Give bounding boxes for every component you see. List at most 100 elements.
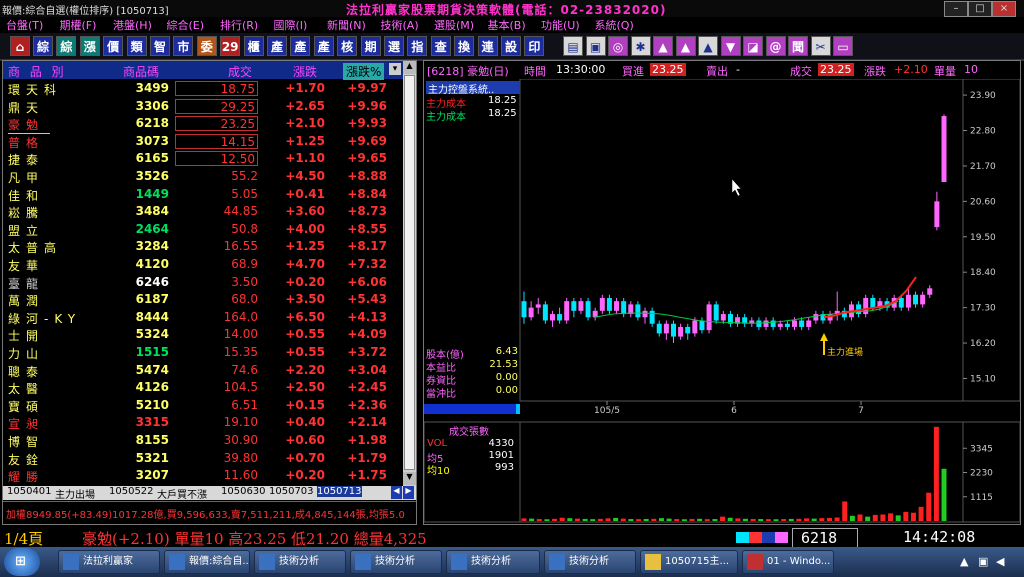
at-icon[interactable]: @ [765,36,786,56]
taskbar-button[interactable]: 技術分析 [254,550,346,574]
table-row[interactable]: 太醫 4126 104.5 +2.50 +2.45 [3,379,403,396]
menu-item-6[interactable]: 新聞(N) [327,17,366,33]
watchlist-tab[interactable]: 1050703 [269,486,314,497]
toolbar-button-15[interactable]: 選 [384,36,404,56]
vertical-scrollbar[interactable]: ▲ ▼ [403,61,416,486]
watchlist-tab[interactable]: 1050401 [7,486,52,497]
header-pct[interactable]: 漲跌% [343,63,385,80]
minimize-button[interactable]: – [944,1,968,17]
toolbar-button-17[interactable]: 查 [430,36,451,56]
table-row[interactable]: 友銓 5321 39.80 +0.70 +1.79 [3,450,403,467]
search-icon[interactable]: ◎ [608,36,628,56]
menu-item-7[interactable]: 技術(A) [381,17,419,33]
menu-item-0[interactable]: 台盤(T) [6,17,43,33]
toolbar-button-4[interactable]: 類 [126,36,147,56]
toolbar-button-7[interactable]: 委 [196,36,217,56]
watchlist-tab[interactable]: 1050522 [109,486,154,497]
taskbar-button[interactable]: 技術分析 [350,550,442,574]
tab-left-icon[interactable]: ◀ [391,486,402,499]
menu-item-8[interactable]: 選股(M) [434,17,474,33]
watchlist-tab[interactable]: 1050630 [221,486,266,497]
toolbar-button-8[interactable]: 29 [220,36,241,56]
up3-icon[interactable]: ▲ [698,36,718,56]
taskbar-button[interactable]: 報價:綜合自... [164,550,250,574]
toolbar-button-19[interactable]: 連 [477,36,498,56]
toolbar-button-2[interactable]: 漲 [79,36,100,56]
table-row[interactable]: 寶碩 5210 6.51 +0.15 +2.36 [3,397,403,414]
table-row[interactable]: 崧騰 3484 44.85 +3.60 +8.73 [3,203,403,220]
down-icon[interactable]: ▼ [720,36,741,56]
volume-icon[interactable]: ◀ [996,555,1004,568]
menu-item-5[interactable]: 國際(I) [274,17,308,33]
menu-item-9[interactable]: 基本(B) [488,17,526,33]
screen-icon[interactable]: ▭ [833,36,853,56]
up-icon[interactable]: ▲ [653,36,673,56]
window-icon[interactable]: ▤ [563,36,583,56]
toolbar-button-18[interactable]: 換 [454,36,475,56]
toolbar-button-0[interactable]: 綜 [33,36,53,56]
star-icon[interactable]: ✱ [630,36,651,56]
menu-item-10[interactable]: 功能(U) [541,17,580,33]
table-row[interactable]: 士開 5324 14.00 +0.55 +4.09 [3,326,403,343]
tab-right-icon[interactable]: ▶ [403,486,414,499]
watchlist-tab[interactable]: 大戶買不漲 [157,486,207,501]
table-row[interactable]: 友華 4120 68.9 +4.70 +7.32 [3,256,403,273]
toolbar-button-11[interactable]: 產 [290,36,311,56]
scroll-down-icon[interactable]: ▼ [403,472,416,485]
table-row[interactable]: 力山 1515 15.35 +0.55 +3.72 [3,344,403,361]
table-row[interactable]: 萬潤 6187 68.0 +3.50 +5.43 [3,291,403,308]
taskbar-button[interactable]: 1050715主... [640,550,738,574]
scroll-thumb[interactable] [404,75,415,470]
close-button[interactable]: × [992,1,1016,17]
taskbar-button[interactable]: 01 - Windo... [742,550,834,574]
header-change[interactable]: 漲跌 [293,63,317,80]
maximize-button[interactable]: □ [968,1,992,17]
table-row[interactable]: 宣昶 3315 19.10 +0.40 +2.14 [3,414,403,431]
table-row[interactable]: 環天科 3499 18.75 +1.70 +9.97 [3,80,403,97]
table-row[interactable]: 博智 8155 30.90 +0.60 +1.98 [3,432,403,449]
up2-icon[interactable]: ▲ [675,36,696,56]
toolbar-button-6[interactable]: 市 [173,36,194,56]
stock-code-box[interactable]: 6218 [792,528,859,548]
scroll-up-icon[interactable]: ▲ [403,61,416,74]
menu-item-2[interactable]: 港盤(H) [113,17,152,33]
menu-item-4[interactable]: 排行(R) [220,17,258,33]
menu-item-11[interactable]: 系統(Q) [595,17,634,33]
news-icon[interactable]: 聞 [788,36,808,56]
table-row[interactable]: 佳和 1449 5.05 +0.41 +8.84 [3,186,403,203]
menu-item-3[interactable]: 綜合(E) [167,17,205,33]
toolbar-button-3[interactable]: 價 [103,36,124,56]
toolbar-button-9[interactable]: 櫃 [243,36,264,56]
table-row[interactable]: 耀勝 3207 11.60 +0.20 +1.75 [3,467,403,484]
lock-icon[interactable]: ▣ [585,36,606,56]
table-row[interactable]: 鼎天 3306 29.25 +2.65 +9.96 [3,98,403,115]
watchlist-tab[interactable]: 1050713 [317,486,362,497]
table-row[interactable]: 凡甲 3526 55.2 +4.50 +8.88 [3,168,403,185]
toolbar-button-5[interactable]: 智 [150,36,170,56]
header-name[interactable]: 商 品 別 [8,63,67,80]
table-row[interactable]: 綠河-KY 8444 164.0 +6.50 +4.13 [3,309,403,326]
home-icon[interactable]: ⌂ [10,36,30,56]
toolbar-button-14[interactable]: 期 [360,36,381,56]
chart-icon[interactable]: ◪ [743,36,763,56]
toolbar-button-21[interactable]: 印 [524,36,545,56]
header-price[interactable]: 成交 [228,63,252,80]
toolbar-button-13[interactable]: 核 [337,36,358,56]
header-code[interactable]: 商品碼 [123,63,159,80]
taskbar-button[interactable]: 技術分析 [544,550,636,574]
table-row[interactable]: 豪勉 6218 23.25 +2.10 +9.93 [3,115,403,135]
network-icon[interactable]: ▣ [978,555,988,568]
taskbar-button[interactable]: 技術分析 [446,550,540,574]
table-row[interactable]: 捷泰 6165 12.50 +1.10 +9.65 [3,150,403,167]
system-label[interactable]: 主力控盤系統.. [426,81,520,96]
toolbar-button-20[interactable]: 設 [501,36,521,56]
sort-icon[interactable]: ▾ [389,63,401,75]
toolbar-button-12[interactable]: 產 [313,36,334,56]
toolbar-button-1[interactable]: 綜 [56,36,77,56]
toolbar-button-16[interactable]: 指 [407,36,428,56]
tools-icon[interactable]: ✂ [810,36,831,56]
table-row[interactable]: 聰泰 5474 74.6 +2.20 +3.04 [3,362,403,379]
tray-up-icon[interactable]: ▲ [960,555,968,568]
menu-item-1[interactable]: 期權(F) [60,17,97,33]
taskbar-button[interactable]: 法拉利贏家 [58,550,160,574]
